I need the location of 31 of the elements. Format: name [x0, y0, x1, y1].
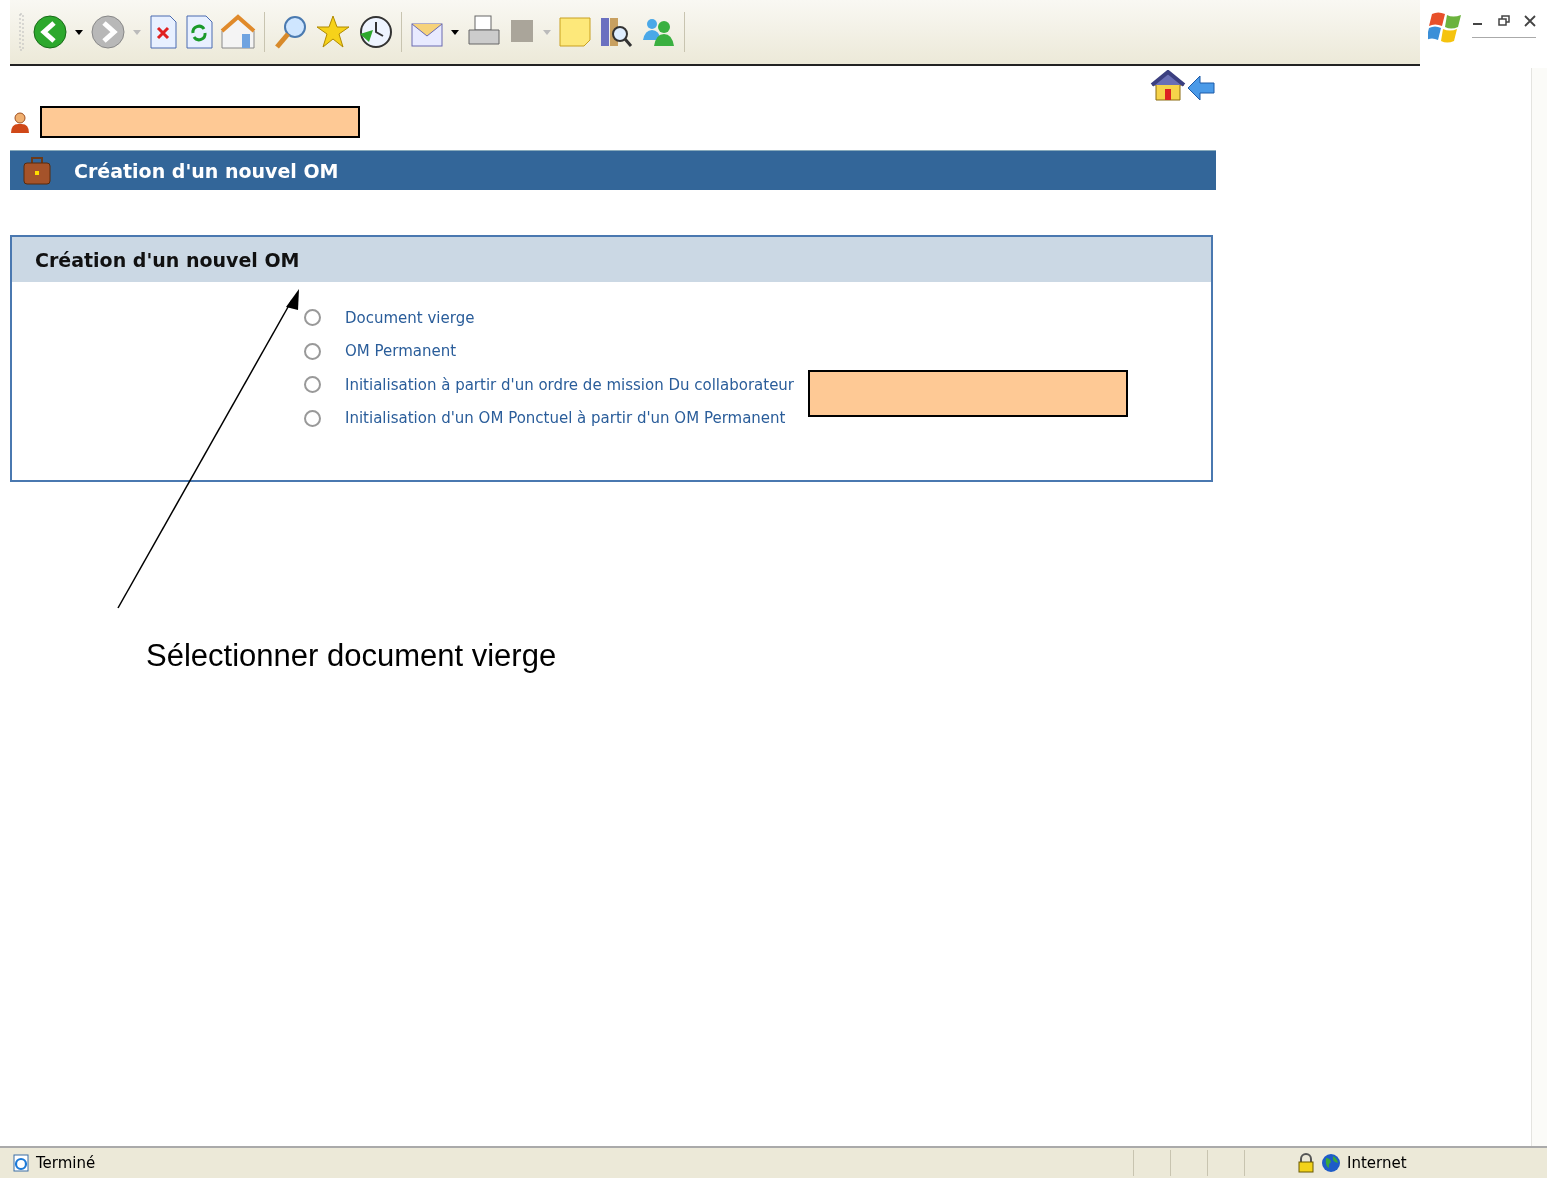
- radio-button[interactable]: [304, 376, 321, 394]
- radio-button[interactable]: [304, 342, 321, 360]
- briefcase-icon: [22, 155, 52, 186]
- close-icon[interactable]: [1524, 15, 1536, 27]
- search-icon[interactable]: [273, 14, 309, 50]
- lock-icon: [1297, 1153, 1315, 1173]
- status-text: Terminé: [36, 1154, 96, 1172]
- zone-text: Internet: [1347, 1154, 1408, 1172]
- globe-icon: [1321, 1153, 1341, 1173]
- scrollbar[interactable]: [1531, 68, 1547, 1146]
- option-label[interactable]: Document vierge: [345, 308, 475, 327]
- panel-title: Création d'un nouvel OM: [35, 248, 300, 271]
- radio-button[interactable]: [304, 409, 321, 427]
- page-title: Création d'un nouvel OM: [74, 159, 339, 182]
- annotation-text: Sélectionner document vierge: [146, 638, 558, 674]
- user-icon: [10, 111, 30, 133]
- history-icon[interactable]: [357, 14, 393, 50]
- star-icon[interactable]: [315, 14, 351, 50]
- page-icon: [12, 1154, 30, 1172]
- restore-icon[interactable]: [1498, 15, 1510, 27]
- grip-handle: [18, 12, 26, 52]
- option-label[interactable]: Initialisation à partir d'un ordre de mission Du collaborateur: [345, 375, 795, 394]
- option-label[interactable]: OM Permanent: [345, 342, 457, 361]
- radio-button[interactable]: [304, 309, 321, 327]
- back-arrow-icon[interactable]: [1186, 74, 1216, 102]
- windows-logo-icon: [1428, 10, 1464, 44]
- option-label[interactable]: Initialisation d'un OM Ponctuel à partir d'un OM Permanent: [345, 409, 786, 428]
- note-icon[interactable]: [558, 14, 592, 50]
- refresh-icon[interactable]: [184, 14, 214, 50]
- stop-icon[interactable]: [148, 14, 178, 50]
- home-icon[interactable]: [1150, 70, 1186, 102]
